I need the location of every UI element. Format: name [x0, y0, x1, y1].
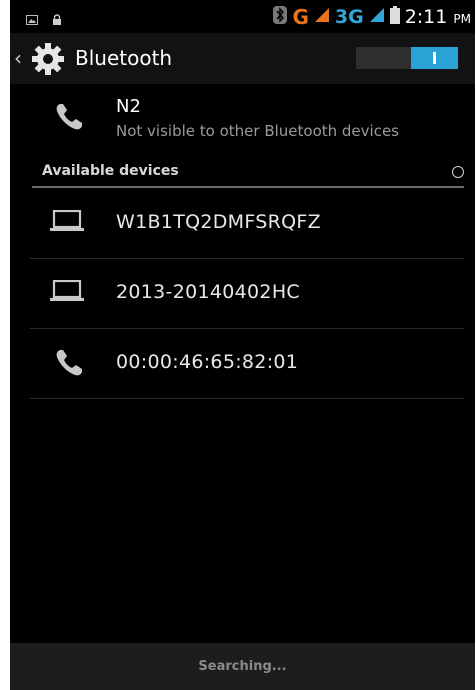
- image-icon: [26, 10, 38, 29]
- phone-icon: [54, 348, 84, 382]
- available-devices-header: Available devices: [32, 158, 464, 188]
- device-label: 2013-20140402HC: [116, 281, 300, 303]
- network-type-g: G: [292, 5, 309, 29]
- clock: 2:11 PM: [405, 6, 471, 28]
- laptop-icon: [50, 279, 86, 306]
- phone-icon: [54, 102, 84, 136]
- device-row[interactable]: W1B1TQ2DMFSRQFZ: [30, 189, 464, 259]
- bluetooth-icon: [273, 5, 288, 29]
- device-name: N2: [116, 96, 141, 117]
- status-right: G 3G 2:11 PM: [273, 5, 471, 29]
- back-chevron-icon[interactable]: ‹: [14, 46, 22, 70]
- clock-ampm: PM: [453, 12, 471, 26]
- clock-time: 2:11: [404, 6, 448, 28]
- section-title: Available devices: [42, 163, 179, 179]
- toggle-on-indicator: [433, 52, 436, 64]
- my-device-row[interactable]: N2 Not visible to other Bluetooth device…: [10, 84, 475, 156]
- action-bar: ‹ Bluetooth: [10, 33, 475, 84]
- visibility-status: Not visible to other Bluetooth devices: [116, 122, 399, 140]
- status-bar: G 3G 2:11 PM: [10, 0, 475, 33]
- scan-status: Searching...: [198, 659, 287, 674]
- settings-gear-icon[interactable]: [30, 41, 66, 81]
- device-label: 00:00:46:65:82:01: [116, 351, 299, 373]
- battery-icon: [389, 6, 400, 28]
- laptop-icon: [50, 209, 86, 236]
- signal-icon: [369, 7, 385, 27]
- device-label: W1B1TQ2DMFSRQFZ: [116, 211, 321, 233]
- signal-icon: [314, 7, 330, 27]
- device-row[interactable]: 2013-20140402HC: [30, 259, 464, 329]
- loading-spinner-icon: [452, 166, 464, 178]
- bluetooth-toggle[interactable]: [356, 47, 458, 69]
- network-type-3g: 3G: [334, 6, 364, 28]
- page-title: Bluetooth: [75, 46, 173, 70]
- lock-icon: [52, 10, 62, 29]
- toggle-knob: [411, 47, 458, 69]
- device-row[interactable]: 00:00:46:65:82:01: [30, 329, 464, 399]
- screen: G 3G 2:11 PM ‹ Bluetooth N2 Not visible …: [10, 0, 475, 690]
- bottom-bar: Searching...: [10, 643, 475, 690]
- status-left: [26, 10, 62, 29]
